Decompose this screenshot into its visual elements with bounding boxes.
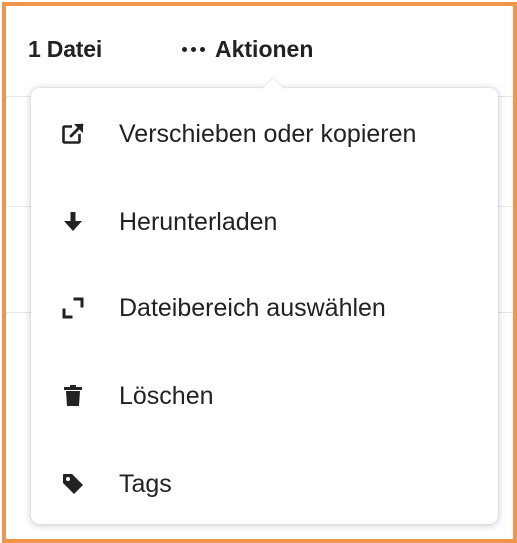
menu-item-download[interactable]: Herunterladen [31, 178, 498, 266]
menu-item-label: Verschieben oder kopieren [119, 119, 417, 148]
viewport-frame: 1 Datei Aktionen Verschieben oder kopier… [2, 2, 517, 543]
trash-icon [61, 384, 85, 408]
selection-header: 1 Datei Aktionen [6, 6, 513, 84]
actions-menu-button[interactable]: Aktionen [182, 36, 313, 63]
actions-dropdown-menu: Verschieben oder kopieren Herunterladen … [31, 77, 498, 524]
select-range-icon [61, 296, 85, 320]
external-link-icon [61, 122, 85, 146]
menu-caret [261, 77, 285, 89]
menu-item-delete[interactable]: Löschen [31, 352, 498, 440]
selected-file-count: 1 Datei [28, 36, 103, 62]
menu-item-label: Tags [119, 469, 172, 498]
menu-item-move-or-copy[interactable]: Verschieben oder kopieren [31, 90, 498, 178]
menu-item-label: Löschen [119, 381, 214, 410]
more-dots-icon [182, 37, 205, 63]
menu-item-label: Herunterladen [119, 207, 278, 236]
menu-item-tags[interactable]: Tags [31, 440, 498, 528]
actions-label: Aktionen [215, 36, 314, 62]
menu-item-select-range[interactable]: Dateibereich auswählen [31, 264, 498, 352]
arrow-down-icon [61, 210, 85, 234]
menu-item-label: Dateibereich auswählen [119, 293, 386, 322]
tag-icon [61, 472, 85, 496]
